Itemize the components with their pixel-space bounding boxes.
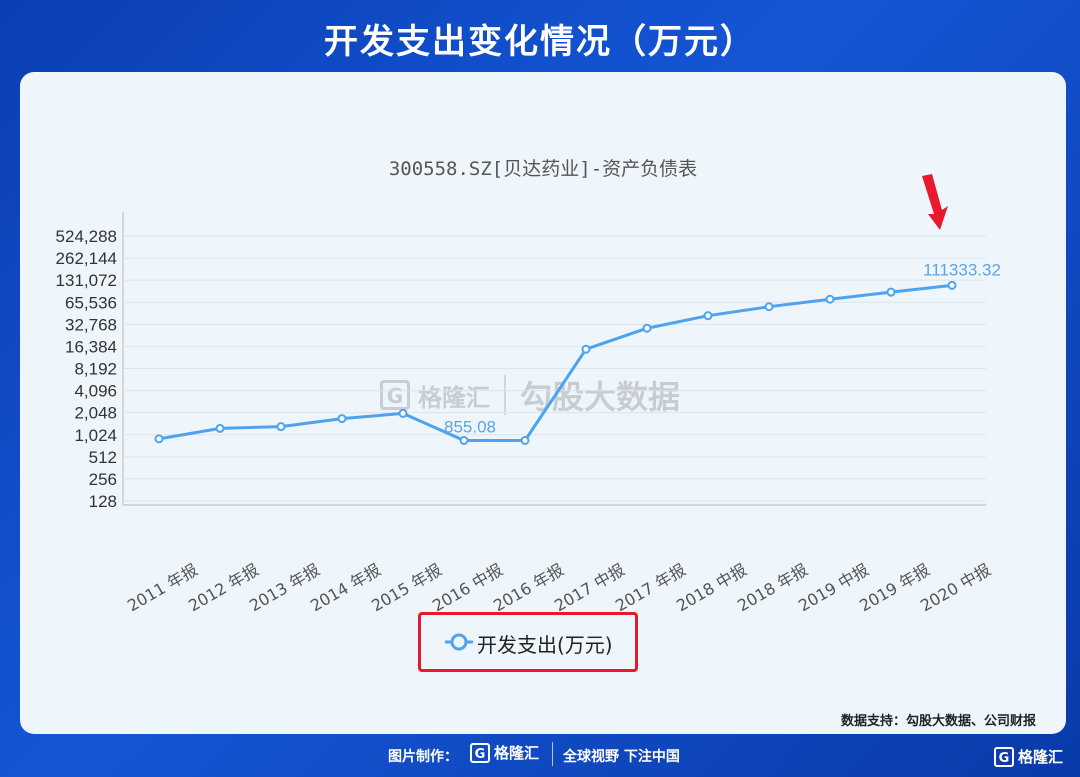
footer-slogan: 全球视野 下注中国 bbox=[563, 749, 680, 765]
y-tick-label: 1,024 bbox=[74, 426, 117, 445]
footer: 图片制作： G 格隆汇 全球视野 下注中国 bbox=[0, 740, 1080, 770]
corner-brand: 格隆汇 bbox=[1018, 748, 1064, 766]
y-tick-label: 4,096 bbox=[74, 382, 117, 401]
y-tick-label: 262,144 bbox=[56, 249, 117, 268]
data-point bbox=[154, 434, 164, 444]
y-tick-label: 128 bbox=[89, 492, 117, 511]
x-tick-label: 2020 中报 bbox=[917, 560, 994, 612]
corner-logo-icon: G bbox=[994, 746, 1014, 767]
data-point bbox=[215, 423, 225, 433]
data-point bbox=[886, 287, 896, 297]
data-point bbox=[398, 408, 408, 418]
series-line bbox=[158, 283, 953, 442]
legend-highlight-box[interactable]: 开发支出(万元) bbox=[418, 612, 638, 672]
brand-logo-icon: G bbox=[470, 742, 490, 763]
y-tick-label: 32,768 bbox=[65, 315, 117, 334]
chart-card: 300558.SZ[贝达药业]-资产负债表 G 格隆汇 勾股大数据 524,28… bbox=[20, 72, 1066, 734]
data-point bbox=[337, 414, 347, 424]
data-point bbox=[825, 294, 835, 304]
y-tick-label: 65,536 bbox=[65, 293, 117, 312]
page-title: 开发支出变化情况（万元） bbox=[324, 22, 756, 62]
y-tick-label: 256 bbox=[89, 470, 117, 489]
y-tick-label: 512 bbox=[89, 448, 117, 467]
data-source: 数据支持：勾股大数据、公司财报 bbox=[840, 714, 1036, 729]
y-tick-label: 2,048 bbox=[74, 404, 117, 423]
data-point bbox=[947, 280, 957, 290]
y-tick-label: 131,072 bbox=[56, 271, 117, 290]
red-arrow-icon bbox=[922, 174, 948, 230]
legend-label: 开发支出(万元) bbox=[477, 633, 613, 657]
y-tick-label: 8,192 bbox=[74, 360, 117, 379]
data-label: 855.08 bbox=[444, 417, 496, 436]
y-tick-label: 16,384 bbox=[65, 337, 117, 356]
data-point bbox=[459, 435, 469, 445]
data-point bbox=[520, 435, 530, 445]
data-point bbox=[581, 344, 591, 354]
y-tick-label: 524,288 bbox=[56, 227, 117, 246]
data-point bbox=[764, 302, 774, 312]
data-point bbox=[276, 422, 286, 432]
line-chart: 524,288 262,144 131,072 65,536 32,768 16,384 8… bbox=[56, 212, 1001, 612]
footer-logo: G 格隆汇 bbox=[470, 742, 539, 763]
corner-logo: G 格隆汇 bbox=[994, 746, 1063, 767]
data-point bbox=[642, 323, 652, 333]
data-label: 111333.32 bbox=[923, 260, 1001, 279]
footer-brand: 格隆汇 bbox=[494, 744, 540, 762]
footer-label: 图片制作： bbox=[388, 749, 458, 765]
data-point bbox=[703, 311, 713, 321]
legend-line-icon bbox=[445, 633, 473, 651]
